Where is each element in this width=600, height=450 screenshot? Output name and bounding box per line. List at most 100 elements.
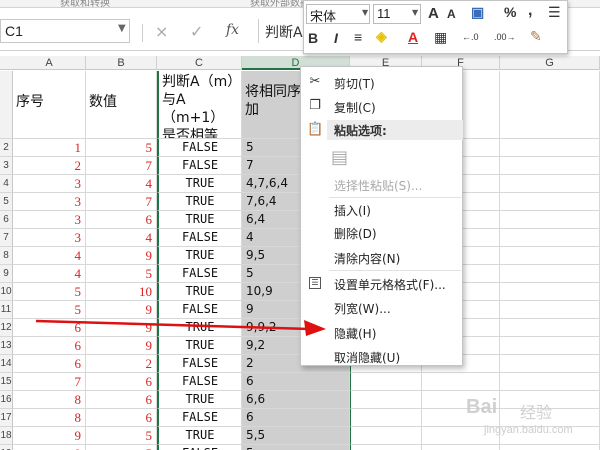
header-cell-value[interactable]: 数值 xyxy=(86,71,157,139)
cell-seq[interactable]: 1 xyxy=(13,139,86,157)
row-header[interactable]: 15 xyxy=(0,373,13,391)
cell-sum[interactable]: 5,5 xyxy=(242,427,350,445)
italic-button[interactable]: I xyxy=(334,30,338,46)
cell-value[interactable]: 4 xyxy=(86,229,157,247)
cell-seq[interactable]: 3 xyxy=(13,211,86,229)
font-color-button[interactable]: A xyxy=(408,29,418,45)
row-header[interactable]: 5 xyxy=(0,193,13,211)
font-name-field[interactable]: 宋体 xyxy=(306,4,370,25)
cell-e[interactable] xyxy=(350,373,422,391)
row-header[interactable]: 10 xyxy=(0,283,13,301)
chevron-down-icon[interactable]: ▼ xyxy=(118,23,126,34)
check-icon[interactable]: ✓ xyxy=(190,22,203,41)
menu-item-clear-contents[interactable]: 清除内容(N) xyxy=(301,246,464,268)
cell-seq[interactable]: 4 xyxy=(13,247,86,265)
cell-value[interactable]: 6 xyxy=(86,409,157,427)
cell-value[interactable]: 6 xyxy=(86,373,157,391)
column-header-g[interactable]: G xyxy=(500,56,600,70)
cell-judge[interactable]: TRUE xyxy=(157,337,242,355)
row-header[interactable]: 16 xyxy=(0,391,13,409)
cancel-icon[interactable]: × xyxy=(155,22,168,41)
cell-value[interactable]: 5 xyxy=(86,445,157,450)
row-header[interactable]: 3 xyxy=(0,157,13,175)
cell-e[interactable] xyxy=(350,445,422,450)
row-header[interactable]: 18 xyxy=(0,427,13,445)
table-format-icon[interactable]: ☰ xyxy=(548,4,561,21)
accounting-format-icon[interactable]: ▣ xyxy=(471,4,484,21)
row-header[interactable]: 14 xyxy=(0,355,13,373)
cell-sum[interactable]: 6 xyxy=(242,373,350,391)
cell-e[interactable] xyxy=(350,427,422,445)
cell-value[interactable]: 6 xyxy=(86,211,157,229)
borders-icon[interactable]: ▦ xyxy=(434,29,447,46)
row-header[interactable]: 19 xyxy=(0,445,13,450)
cell-seq[interactable]: 4 xyxy=(13,265,86,283)
cell-value[interactable]: 4 xyxy=(86,175,157,193)
cell-judge[interactable]: FALSE xyxy=(157,157,242,175)
row-header[interactable]: 6 xyxy=(0,211,13,229)
menu-item-insert[interactable]: 插入(I) xyxy=(301,198,464,220)
header-cell-judge[interactable]: 判断A（m）与A（m+1）是否相等 xyxy=(157,71,242,139)
cell-seq[interactable]: 2 xyxy=(13,157,86,175)
fx-icon[interactable]: fx xyxy=(226,22,239,38)
cell-judge[interactable]: TRUE xyxy=(157,211,242,229)
cell-g[interactable] xyxy=(500,301,600,319)
row-header[interactable]: 2 xyxy=(0,139,13,157)
cell-value[interactable]: 2 xyxy=(86,355,157,373)
row-header[interactable]: 8 xyxy=(0,247,13,265)
cell-lookup[interactable] xyxy=(422,373,500,391)
cell-seq[interactable]: 8 xyxy=(13,391,86,409)
cell-value[interactable]: 10 xyxy=(86,283,157,301)
cell-g[interactable] xyxy=(500,373,600,391)
row-header[interactable]: 9 xyxy=(0,265,13,283)
cell-g[interactable] xyxy=(500,139,600,157)
cell-judge[interactable]: FALSE xyxy=(157,373,242,391)
cell-value[interactable]: 5 xyxy=(86,139,157,157)
cell-g[interactable] xyxy=(500,265,600,283)
formula-input[interactable]: 判断A xyxy=(258,19,308,43)
cell-value[interactable]: 7 xyxy=(86,193,157,211)
percent-button[interactable]: % xyxy=(504,4,516,20)
chevron-down-icon[interactable]: ▼ xyxy=(362,8,368,17)
cell-judge[interactable]: FALSE xyxy=(157,265,242,283)
shrink-font-button[interactable]: A xyxy=(447,7,456,21)
cell-seq[interactable]: 5 xyxy=(13,283,86,301)
cell-sum[interactable]: 6,6 xyxy=(242,391,350,409)
paste-option-button[interactable]: ▤ xyxy=(301,145,464,175)
cell-seq[interactable]: 6 xyxy=(13,337,86,355)
grow-font-button[interactable]: A xyxy=(428,5,439,22)
cell-value[interactable]: 5 xyxy=(86,265,157,283)
align-icon[interactable]: ≡ xyxy=(354,29,362,45)
increase-decimal-button[interactable]: ←.0 xyxy=(462,32,479,42)
cell-g[interactable] xyxy=(500,229,600,247)
cell-seq[interactable]: 6 xyxy=(13,355,86,373)
row-header[interactable]: 13 xyxy=(0,337,13,355)
cell-judge[interactable]: FALSE xyxy=(157,445,242,450)
cell-judge[interactable]: TRUE xyxy=(157,283,242,301)
decrease-decimal-button[interactable]: .00→ xyxy=(494,32,516,42)
menu-item-cut[interactable]: ✂ 剪切(T) xyxy=(301,71,464,93)
cell-g[interactable] xyxy=(500,247,600,265)
cell-g[interactable] xyxy=(500,337,600,355)
row-header[interactable]: 12 xyxy=(0,319,13,337)
cell-sum[interactable]: 5 xyxy=(242,445,350,450)
row-header[interactable]: 4 xyxy=(0,175,13,193)
cell-judge[interactable]: FALSE xyxy=(157,409,242,427)
column-header-c[interactable]: C xyxy=(157,56,242,70)
cell-seq[interactable]: 9 xyxy=(13,427,86,445)
cell-seq[interactable]: 8 xyxy=(13,409,86,427)
cell-seq[interactable]: 3 xyxy=(13,229,86,247)
chevron-down-icon[interactable]: ▼ xyxy=(412,8,418,17)
cell-g[interactable] xyxy=(500,283,600,301)
row-header[interactable]: 11 xyxy=(0,301,13,319)
cell-value[interactable]: 6 xyxy=(86,391,157,409)
column-header-a[interactable]: A xyxy=(13,56,86,70)
cell-g[interactable] xyxy=(500,319,600,337)
cell-value[interactable]: 9 xyxy=(86,337,157,355)
menu-item-copy[interactable]: ❐ 复制(C) xyxy=(301,95,464,117)
cell-g[interactable] xyxy=(500,193,600,211)
cell-seq[interactable]: 9 xyxy=(13,445,86,450)
cell-judge[interactable]: TRUE xyxy=(157,193,242,211)
cell-g[interactable] xyxy=(500,355,600,373)
cell-judge[interactable]: TRUE xyxy=(157,175,242,193)
